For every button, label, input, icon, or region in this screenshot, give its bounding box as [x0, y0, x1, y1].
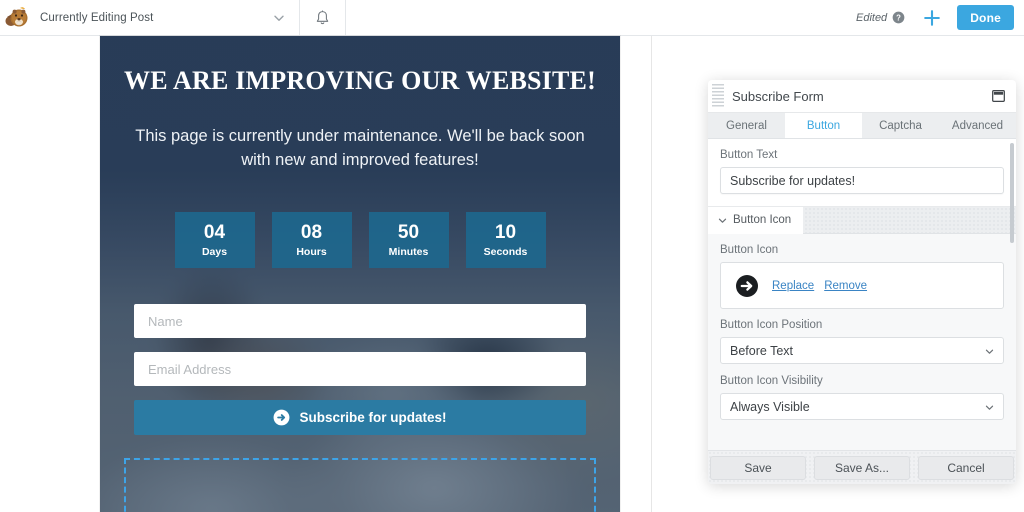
done-button[interactable]: Done	[957, 5, 1014, 30]
module-dropzone[interactable]	[124, 458, 596, 512]
countdown-unit-seconds: 10 Seconds	[465, 212, 546, 268]
tab-button[interactable]: Button	[785, 113, 862, 138]
countdown-label: Hours	[296, 245, 327, 258]
panel-tabs: General Button Captcha Advanced	[708, 113, 1016, 139]
subscribe-button[interactable]: Subscribe for updates!	[134, 400, 586, 435]
countdown-value: 10	[494, 221, 517, 243]
panel-body: Button Text Subscribe for updates! Butto…	[708, 139, 1016, 450]
editing-label: Currently Editing Post	[40, 11, 154, 24]
save-button[interactable]: Save	[710, 455, 806, 480]
maintenance-hero-section[interactable]: WE ARE IMPROVING OUR WEBSITE! This page …	[100, 36, 620, 512]
countdown-unit-minutes: 50 Minutes	[368, 212, 449, 268]
arrow-right-circle-icon	[736, 274, 758, 297]
countdown-label: Days	[201, 245, 228, 258]
countdown-value: 04	[203, 221, 226, 243]
notifications-button[interactable]	[300, 0, 346, 36]
panel-scrollbar[interactable]	[1010, 143, 1014, 243]
subscribe-button-label: Subscribe for updates!	[299, 410, 447, 425]
drag-handle-icon[interactable]	[712, 84, 724, 108]
countdown-value: 08	[300, 221, 323, 243]
icon-position-label: Button Icon Position	[720, 319, 823, 331]
countdown-label: Seconds	[483, 245, 528, 258]
subscribe-form: Name Email Address Subscribe for updates…	[134, 304, 586, 435]
chevron-down-icon	[985, 405, 994, 410]
hero-content: WE ARE IMPROVING OUR WEBSITE! This page …	[100, 36, 620, 512]
replace-icon-link[interactable]: Replace	[772, 280, 814, 292]
icon-position-value: Before Text	[730, 343, 794, 358]
hero-paragraph: This page is currently under maintenance…	[135, 127, 585, 169]
plus-icon	[924, 9, 941, 26]
button-icon-actions: Replace Remove	[772, 280, 867, 292]
editing-context-dropdown[interactable]: Currently Editing Post	[0, 0, 300, 36]
button-text-section: Button Text Subscribe for updates!	[708, 139, 1016, 207]
icon-visibility-select[interactable]: Always Visible	[720, 393, 1004, 420]
countdown-value: 50	[397, 221, 420, 243]
remove-icon-link[interactable]: Remove	[824, 280, 867, 292]
icon-position-select[interactable]: Before Text	[720, 337, 1004, 364]
button-icon-accordion-tab[interactable]: Button Icon	[708, 206, 804, 234]
tab-captcha[interactable]: Captcha	[862, 113, 939, 138]
cancel-button[interactable]: Cancel	[918, 455, 1014, 480]
icon-visibility-label: Button Icon Visibility	[720, 375, 823, 387]
tab-advanced[interactable]: Advanced	[939, 113, 1016, 138]
chevron-down-icon	[718, 218, 727, 223]
top-toolbar: Currently Editing Post Edited ? Done	[0, 0, 1024, 36]
window-icon[interactable]	[992, 90, 1005, 102]
countdown-timer: 04 Days 08 Hours 50 Minutes 10 Seconds	[100, 212, 620, 268]
countdown-unit-days: 04 Days	[174, 212, 255, 268]
chevron-down-icon[interactable]	[273, 12, 285, 24]
countdown-unit-hours: 08 Hours	[271, 212, 352, 268]
button-text-input[interactable]: Subscribe for updates!	[720, 167, 1004, 194]
icon-options-section: Button Icon Position Before Text Button …	[708, 319, 1016, 430]
button-icon-accordion-header[interactable]: Button Icon	[708, 206, 1016, 234]
page-title: WE ARE IMPROVING OUR WEBSITE!	[124, 66, 596, 95]
panel-title: Subscribe Form	[732, 88, 824, 104]
tab-general[interactable]: General	[708, 113, 785, 138]
help-circle-icon[interactable]: ?	[892, 11, 905, 24]
svg-text:?: ?	[896, 13, 901, 22]
beaver-logo-icon[interactable]	[0, 0, 36, 36]
button-text-label: Button Text	[720, 149, 778, 161]
edited-status: Edited	[855, 11, 888, 24]
toolbar-actions: Edited ? Done	[856, 0, 1024, 36]
panel-header[interactable]: Subscribe Form	[708, 80, 1016, 113]
name-input[interactable]: Name	[134, 304, 586, 338]
bell-icon	[316, 10, 329, 24]
settings-panel: Subscribe Form General Button Captcha Ad…	[708, 80, 1016, 484]
button-icon-preview-box: Replace Remove	[720, 262, 1004, 309]
countdown-label: Minutes	[388, 245, 429, 258]
arrow-right-circle-icon	[274, 409, 290, 426]
icon-visibility-value: Always Visible	[730, 399, 810, 414]
beaver-logo-svg	[5, 6, 28, 26]
panel-footer: Save Save As... Cancel	[708, 450, 1016, 484]
editor-canvas: WE ARE IMPROVING OUR WEBSITE! This page …	[0, 36, 652, 512]
email-input[interactable]: Email Address	[134, 352, 586, 386]
chevron-down-icon	[985, 349, 994, 354]
button-icon-label: Button Icon	[720, 244, 779, 256]
save-as-button[interactable]: Save As...	[814, 455, 910, 480]
button-icon-accordion-label: Button Icon	[733, 214, 792, 226]
button-icon-section: Button Icon Replace Remove	[708, 234, 1016, 319]
add-module-button[interactable]	[915, 0, 949, 36]
